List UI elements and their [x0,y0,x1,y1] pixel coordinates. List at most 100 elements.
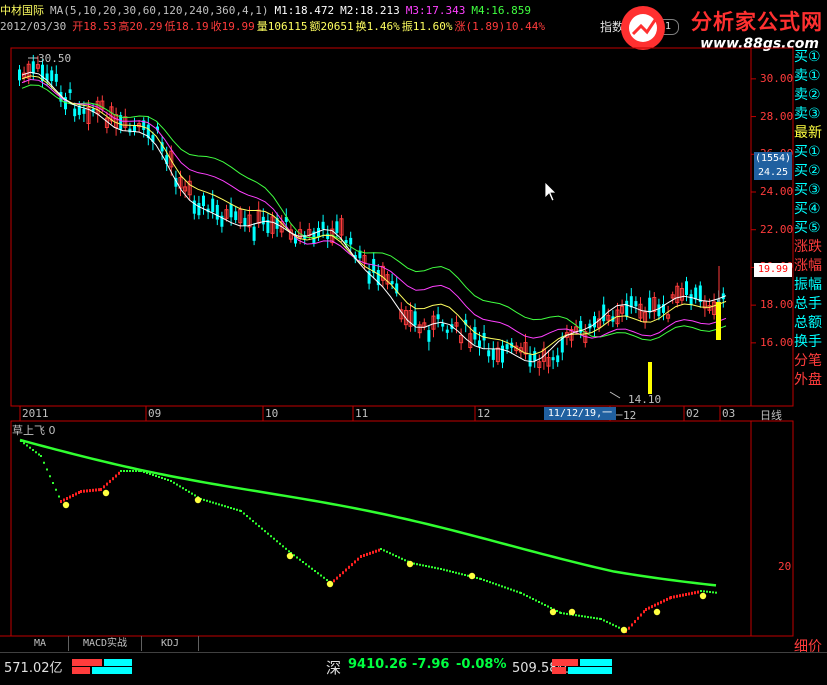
tab-macd[interactable]: MACD实战 [69,636,142,651]
candle-body [487,350,491,357]
order-book-row[interactable]: 买① [794,48,827,67]
indicator-dot [155,475,157,477]
indicator-dot [40,455,42,457]
indicator-dot [637,616,639,620]
indicator-dot [422,564,424,567]
indicator-dot [293,554,295,557]
indicator-dot [26,444,28,447]
indicator-dot [55,488,57,491]
indicator-dot [495,583,497,586]
indicator-dot [587,616,589,619]
order-book-row[interactable]: 买④ [794,200,827,219]
status-market[interactable]: 深 [326,657,341,678]
indicator-dot [682,593,684,597]
indicator-dot [380,548,382,550]
signal-bar-2 [716,302,721,340]
indicator-dot [673,595,675,599]
indicator-dot [215,502,217,505]
candle-body [215,204,219,220]
candlestick-series [18,54,725,376]
indicator-yellow-dot [194,496,202,504]
order-book-row[interactable]: 涨幅 [794,257,827,276]
indicator-dot [498,584,500,587]
indicator-dot [666,597,668,601]
indicator-dot [194,494,196,497]
indicator-dot [106,482,108,486]
order-book-row[interactable]: 外盘 [794,371,827,390]
indicator-dot [224,505,226,508]
indicator-dot [32,449,34,451]
indicator-dot [83,489,85,493]
indicator-dot [264,530,266,533]
indicator-dot [72,494,74,497]
order-book-row[interactable]: 卖③ [794,105,827,124]
candle-body [491,349,495,360]
price-badge-line2: 24.25 [757,167,789,178]
indicator-dot [697,590,699,594]
indicator-dot [663,599,665,603]
indicator-yellow-dot [102,489,110,497]
indicator-dot [529,596,531,599]
indicator-dot [593,616,595,619]
indicator-dot [279,542,281,545]
order-book-row[interactable]: 买① [794,143,827,162]
order-book-row[interactable]: 最新 [794,124,827,143]
indicator-yellow-dot [468,572,476,580]
indicator-dot [38,453,40,456]
tab-ma[interactable]: MA [12,636,69,651]
order-book-row[interactable]: 振幅 [794,276,827,295]
candle-body [243,217,247,226]
price-cursor-badge: (1554) 24.25 [754,152,792,180]
indicator-dot [416,563,418,566]
period-label[interactable]: 日线 [760,407,782,423]
chart-canvas[interactable] [0,0,827,684]
indicator-dot [143,471,145,473]
status-change: -7.96 [412,657,450,672]
candle-body [54,73,58,82]
order-book-row[interactable]: 分笔 [794,352,827,371]
indicator-dot [392,553,394,556]
indicator-dot [566,612,568,615]
indicator-dot [267,532,269,535]
order-book-row[interactable]: 卖② [794,86,827,105]
price-tick-label: 30.00 [760,71,794,85]
indicator-dot [449,570,451,573]
order-book-row[interactable]: 涨跌 [794,238,827,257]
order-book-row[interactable]: 买③ [794,181,827,200]
indicator-title: 草上飞 0 [12,424,56,437]
indicator-dot [236,508,238,511]
order-book-row[interactable]: 换手 [794,333,827,352]
candle-body [229,203,233,218]
candle-body [326,233,330,239]
tab-kdj[interactable]: KDJ [142,636,199,651]
candle-body [68,89,72,94]
order-book-row[interactable]: 买② [794,162,827,181]
indicator-yellow-dot [286,552,294,560]
indicator-dot [654,603,656,607]
indicator-dot [581,615,583,618]
order-book-row[interactable]: 卖① [794,67,827,86]
indicator-dot [311,567,313,570]
candle-body [211,198,215,213]
indicator-dot [173,481,175,484]
indicator-dot [261,527,263,530]
indicator-dot [43,461,45,464]
indicator-dot [612,623,614,626]
order-book-row[interactable]: 买⑤ [794,219,827,238]
indicator-dot [243,512,245,515]
indicator-yellow-dot [549,608,557,616]
indicator-dot [158,476,160,478]
signal-bar-1 [648,362,652,394]
order-book-row[interactable]: 总手 [794,295,827,314]
indicator-dot [404,559,406,562]
indicator-dot [351,563,353,567]
indicator-dot [575,614,577,617]
indicator-dot [49,475,51,478]
indicator-dot [489,581,491,584]
indicator-dot [651,605,653,609]
indicator-dot [129,470,131,472]
order-book-row[interactable]: 总额 [794,314,827,333]
indicator-dot [386,550,388,553]
indicator-dot [149,473,151,475]
indicator-dot [249,517,251,520]
